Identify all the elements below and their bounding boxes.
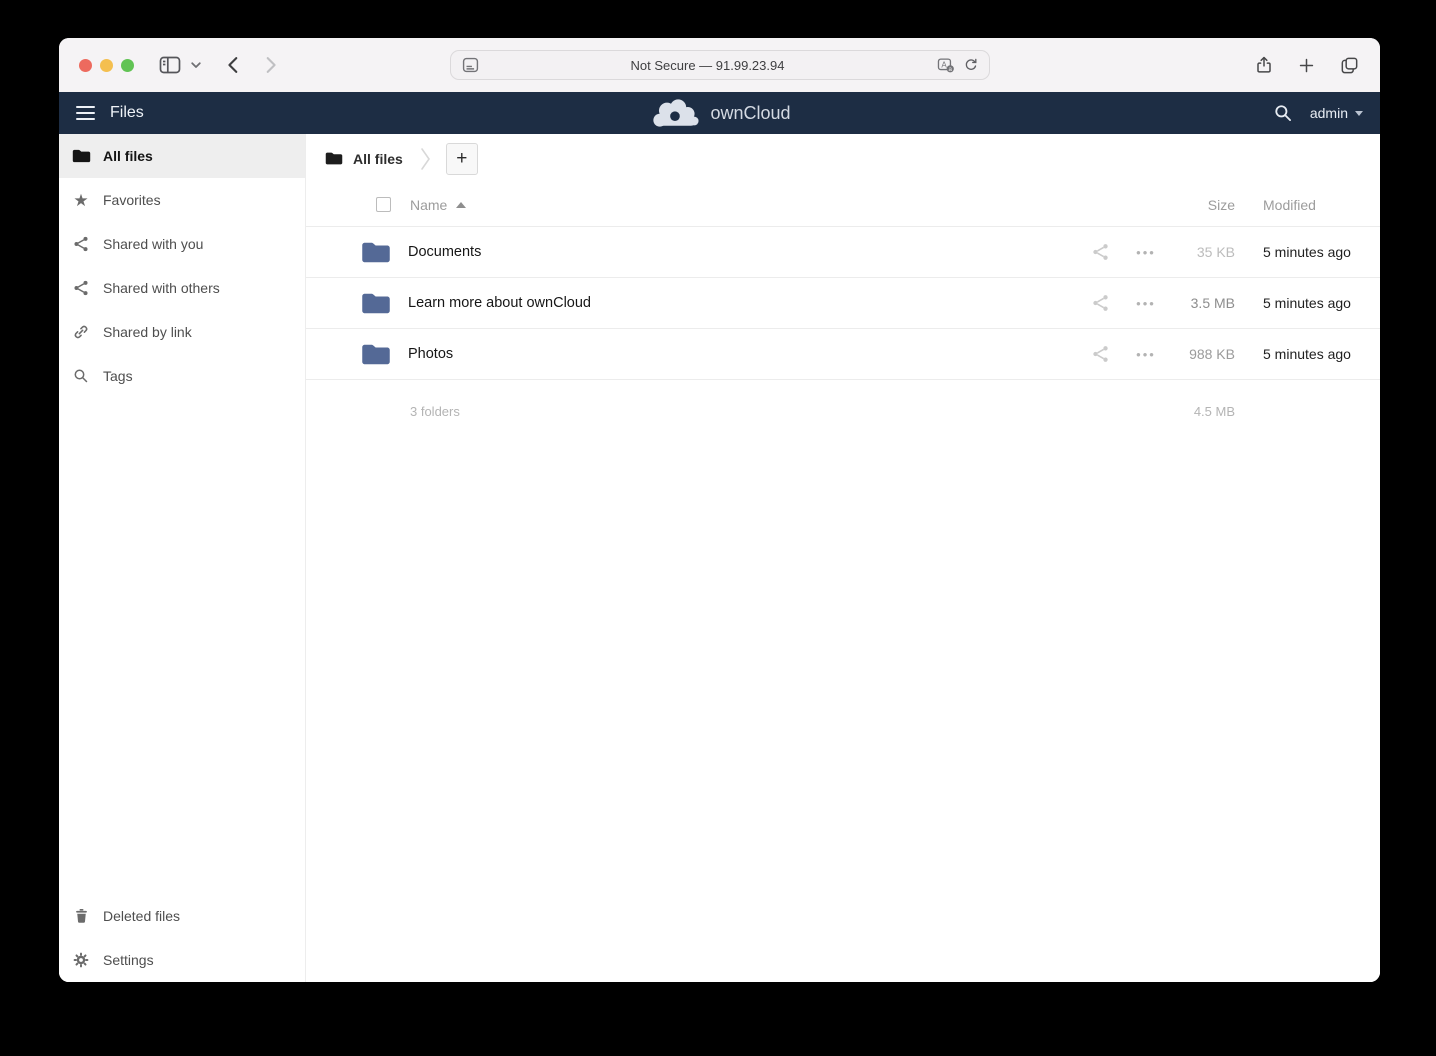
main-area: All files ★ Favorites Shared with you — [59, 134, 1380, 982]
browser-window: Not Secure — 91.99.23.94 A a — [59, 38, 1380, 982]
file-name: Learn more about ownCloud — [408, 295, 1090, 311]
sidebar-item-shared-by-link[interactable]: Shared by link — [59, 310, 305, 354]
column-header-size[interactable]: Size — [1158, 197, 1235, 213]
select-all-checkbox[interactable] — [376, 197, 391, 212]
file-name: Documents — [408, 244, 1090, 260]
folder-icon — [361, 291, 391, 316]
sidebar-item-label: Shared with you — [103, 236, 203, 252]
folder-count: 3 folders — [410, 404, 460, 419]
caret-down-icon — [1355, 111, 1363, 116]
svg-text:a: a — [948, 66, 952, 73]
app-title: Files — [110, 104, 144, 122]
address-bar[interactable]: Not Secure — 91.99.23.94 A a — [450, 50, 990, 80]
share-page-icon[interactable] — [1254, 54, 1274, 76]
svg-text:A: A — [941, 60, 947, 69]
new-tab-icon[interactable] — [1297, 56, 1316, 75]
sort-ascending-icon[interactable] — [456, 202, 466, 208]
sidebar-item-tags[interactable]: Tags — [59, 354, 305, 398]
file-modified: 5 minutes ago — [1263, 346, 1347, 362]
total-size: 4.5 MB — [1158, 404, 1235, 419]
trash-icon — [71, 906, 91, 926]
traffic-lights — [79, 59, 134, 72]
address-text: Not Secure — 91.99.23.94 — [480, 58, 936, 73]
folder-icon — [361, 342, 391, 367]
star-icon: ★ — [71, 190, 91, 210]
file-modified: 5 minutes ago — [1263, 295, 1347, 311]
reload-icon[interactable] — [963, 57, 979, 73]
file-name: Photos — [408, 346, 1090, 362]
file-size: 35 KB — [1158, 244, 1235, 260]
owncloud-logo[interactable]: ownCloud — [648, 92, 790, 134]
window-zoom-button[interactable] — [121, 59, 134, 72]
chevron-down-icon[interactable] — [189, 58, 203, 72]
sidebar-item-label: Shared with others — [103, 280, 220, 296]
link-icon — [71, 322, 91, 342]
breadcrumb-chevron-icon — [419, 146, 432, 172]
window-minimize-button[interactable] — [100, 59, 113, 72]
sidebar-item-shared-with-others[interactable]: Shared with others — [59, 266, 305, 310]
file-size: 988 KB — [1158, 346, 1235, 362]
folder-icon — [71, 146, 91, 166]
more-actions-icon[interactable]: ••• — [1134, 347, 1158, 362]
back-button[interactable] — [223, 54, 245, 76]
sidebar-item-label: All files — [103, 148, 153, 164]
sidebar-item-deleted-files[interactable]: Deleted files — [59, 894, 305, 938]
home-folder-icon[interactable] — [325, 151, 343, 166]
sidebar-item-favorites[interactable]: ★ Favorites — [59, 178, 305, 222]
share-icon[interactable] — [1090, 344, 1114, 364]
share-icon[interactable] — [1090, 293, 1114, 313]
summary-row: 3 folders 4.5 MB — [306, 380, 1380, 442]
sidebar-item-label: Favorites — [103, 192, 161, 208]
column-header-modified[interactable]: Modified — [1263, 197, 1347, 213]
page-format-icon[interactable] — [461, 56, 480, 74]
plus-icon: + — [456, 148, 467, 170]
sidebar-top: All files ★ Favorites Shared with you — [59, 134, 305, 398]
translate-icon[interactable]: A a — [936, 56, 955, 74]
sidebar-toggle-icon[interactable] — [158, 54, 182, 76]
more-actions-icon[interactable]: ••• — [1134, 296, 1158, 311]
folder-icon — [361, 240, 391, 265]
files-content: All files + Name Size Modified — [306, 134, 1380, 982]
share-icon[interactable] — [1090, 242, 1114, 262]
browser-toolbar: Not Secure — 91.99.23.94 A a — [59, 38, 1380, 92]
sidebar: All files ★ Favorites Shared with you — [59, 134, 306, 982]
header-right: admin — [1273, 103, 1363, 123]
forward-button[interactable] — [259, 54, 281, 76]
username: admin — [1310, 105, 1348, 121]
file-modified: 5 minutes ago — [1263, 244, 1347, 260]
sidebar-item-label: Deleted files — [103, 908, 180, 924]
file-row[interactable]: Photos ••• 988 KB 5 minutes ago — [306, 329, 1380, 380]
file-row[interactable]: Documents ••• 35 KB 5 minutes ago — [306, 227, 1380, 278]
tag-search-icon — [71, 366, 91, 386]
sidebar-item-shared-with-you[interactable]: Shared with you — [59, 222, 305, 266]
browser-toolbar-right — [1254, 54, 1360, 76]
share-icon — [71, 234, 91, 254]
gear-icon — [71, 950, 91, 970]
share-icon — [71, 278, 91, 298]
brand-name: ownCloud — [710, 103, 790, 124]
column-header-name[interactable]: Name — [410, 197, 447, 213]
user-menu[interactable]: admin — [1310, 105, 1363, 121]
desktop-background: Not Secure — 91.99.23.94 A a — [0, 0, 1436, 1056]
sidebar-item-label: Shared by link — [103, 324, 192, 340]
breadcrumb: All files + — [306, 134, 1380, 183]
app-header: Files — [59, 92, 1380, 134]
app-menu-icon[interactable] — [76, 106, 95, 121]
window-close-button[interactable] — [79, 59, 92, 72]
file-row[interactable]: Learn more about ownCloud ••• 3.5 MB 5 m… — [306, 278, 1380, 329]
new-file-button[interactable]: + — [446, 143, 478, 175]
file-table-header: Name Size Modified — [306, 183, 1380, 227]
sidebar-item-label: Tags — [103, 368, 133, 384]
sidebar-item-label: Settings — [103, 952, 154, 968]
more-actions-icon[interactable]: ••• — [1134, 245, 1158, 260]
search-icon[interactable] — [1273, 103, 1293, 123]
tab-overview-icon[interactable] — [1339, 55, 1360, 76]
sidebar-bottom: Deleted files — [59, 894, 305, 982]
sidebar-item-settings[interactable]: Settings — [59, 938, 305, 982]
file-size: 3.5 MB — [1158, 295, 1235, 311]
cloud-logo-icon — [648, 97, 700, 129]
browser-nav-icons — [158, 54, 281, 76]
breadcrumb-root[interactable]: All files — [353, 151, 403, 167]
sidebar-item-all-files[interactable]: All files — [59, 134, 305, 178]
